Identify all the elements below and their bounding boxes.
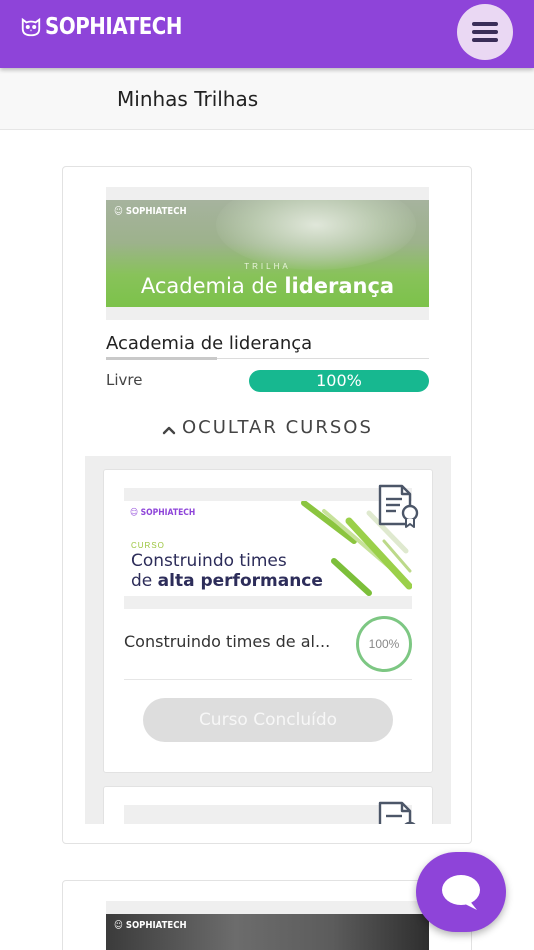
trail-title[interactable]: Academia de liderança bbox=[106, 333, 312, 354]
course-banner[interactable] bbox=[124, 805, 412, 824]
banner-logo-text: SOPHIATECH bbox=[125, 920, 187, 931]
hide-courses-label: OCULTAR CURSOS bbox=[182, 417, 373, 438]
trail-progress-bar: 100% bbox=[249, 370, 429, 392]
course-completed-button[interactable]: Curso Concluído bbox=[143, 698, 393, 742]
owl-logo-icon bbox=[21, 17, 41, 37]
course-banner-kicker: CURSO bbox=[131, 541, 165, 550]
course-progress-label: 100% bbox=[368, 637, 400, 651]
chat-bubble-icon bbox=[442, 875, 480, 910]
course-name[interactable]: Construindo times de al... bbox=[124, 632, 330, 651]
banner-logo: ☺ SOPHIATECH bbox=[114, 920, 187, 931]
trail-banner[interactable]: ☺ SOPHIATECH bbox=[106, 901, 429, 950]
course-banner-line2: de alta performance bbox=[131, 571, 323, 591]
certificate-icon[interactable] bbox=[376, 801, 420, 824]
course-progress-ring: 100% bbox=[356, 616, 412, 672]
trail-card: ☺ SOPHIATECH bbox=[62, 880, 472, 950]
page-header: Minhas Trilhas bbox=[0, 68, 534, 130]
chat-button[interactable] bbox=[416, 852, 506, 932]
courses-list[interactable]: ☺ SOPHIATECH CURSO Construindo times de … bbox=[85, 456, 451, 824]
chevron-up-icon bbox=[162, 426, 176, 434]
course-banner-line1: Construindo times bbox=[131, 551, 287, 571]
title-divider bbox=[106, 357, 429, 360]
menu-button[interactable] bbox=[457, 4, 513, 60]
banner-kicker: TRILHA bbox=[244, 262, 291, 271]
course-logo-text: SOPHIATECH bbox=[140, 508, 196, 518]
course-banner-line2-regular: de bbox=[131, 571, 158, 591]
course-divider bbox=[124, 679, 412, 680]
top-bar: SOPHIATECH bbox=[0, 0, 534, 68]
banner-title-bold: liderança bbox=[284, 274, 395, 298]
trail-progress-label: 100% bbox=[316, 371, 362, 390]
hamburger-icon bbox=[472, 18, 498, 46]
trail-banner-image: ☺ SOPHIATECH bbox=[106, 914, 429, 950]
trail-status: Livre bbox=[106, 371, 143, 389]
banner-owl-icon: ☺ bbox=[114, 206, 123, 217]
course-banner-line2-bold: alta performance bbox=[157, 571, 323, 591]
course-banner[interactable]: ☺ SOPHIATECH CURSO Construindo times de … bbox=[124, 488, 412, 609]
banner-title-regular: Academia de bbox=[140, 274, 285, 298]
banner-title: Academia de liderança bbox=[106, 274, 429, 298]
banner-logo-text: SOPHIATECH bbox=[125, 206, 187, 217]
course-owl-icon: ☺ bbox=[130, 508, 138, 518]
certificate-icon[interactable] bbox=[376, 484, 420, 528]
banner-logo: ☺ SOPHIATECH bbox=[114, 206, 187, 217]
trail-card: ☺ SOPHIATECH TRILHA Academia de lideranç… bbox=[62, 166, 472, 844]
trail-banner[interactable]: ☺ SOPHIATECH TRILHA Academia de lideranç… bbox=[106, 187, 429, 320]
banner-owl-icon: ☺ bbox=[114, 920, 123, 931]
course-card bbox=[103, 786, 433, 824]
brand-name: SOPHIATECH bbox=[45, 14, 183, 40]
course-banner-image: ☺ SOPHIATECH CURSO Construindo times de … bbox=[124, 501, 412, 596]
page-title: Minhas Trilhas bbox=[117, 87, 259, 111]
brand-logo[interactable]: SOPHIATECH bbox=[20, 14, 204, 40]
trail-banner-image: ☺ SOPHIATECH TRILHA Academia de lideranç… bbox=[106, 200, 429, 307]
handshake-image bbox=[216, 200, 416, 270]
course-banner-logo: ☺ SOPHIATECH bbox=[130, 508, 195, 518]
course-card: ☺ SOPHIATECH CURSO Construindo times de … bbox=[103, 469, 433, 773]
hide-courses-toggle[interactable]: OCULTAR CURSOS bbox=[161, 417, 373, 438]
